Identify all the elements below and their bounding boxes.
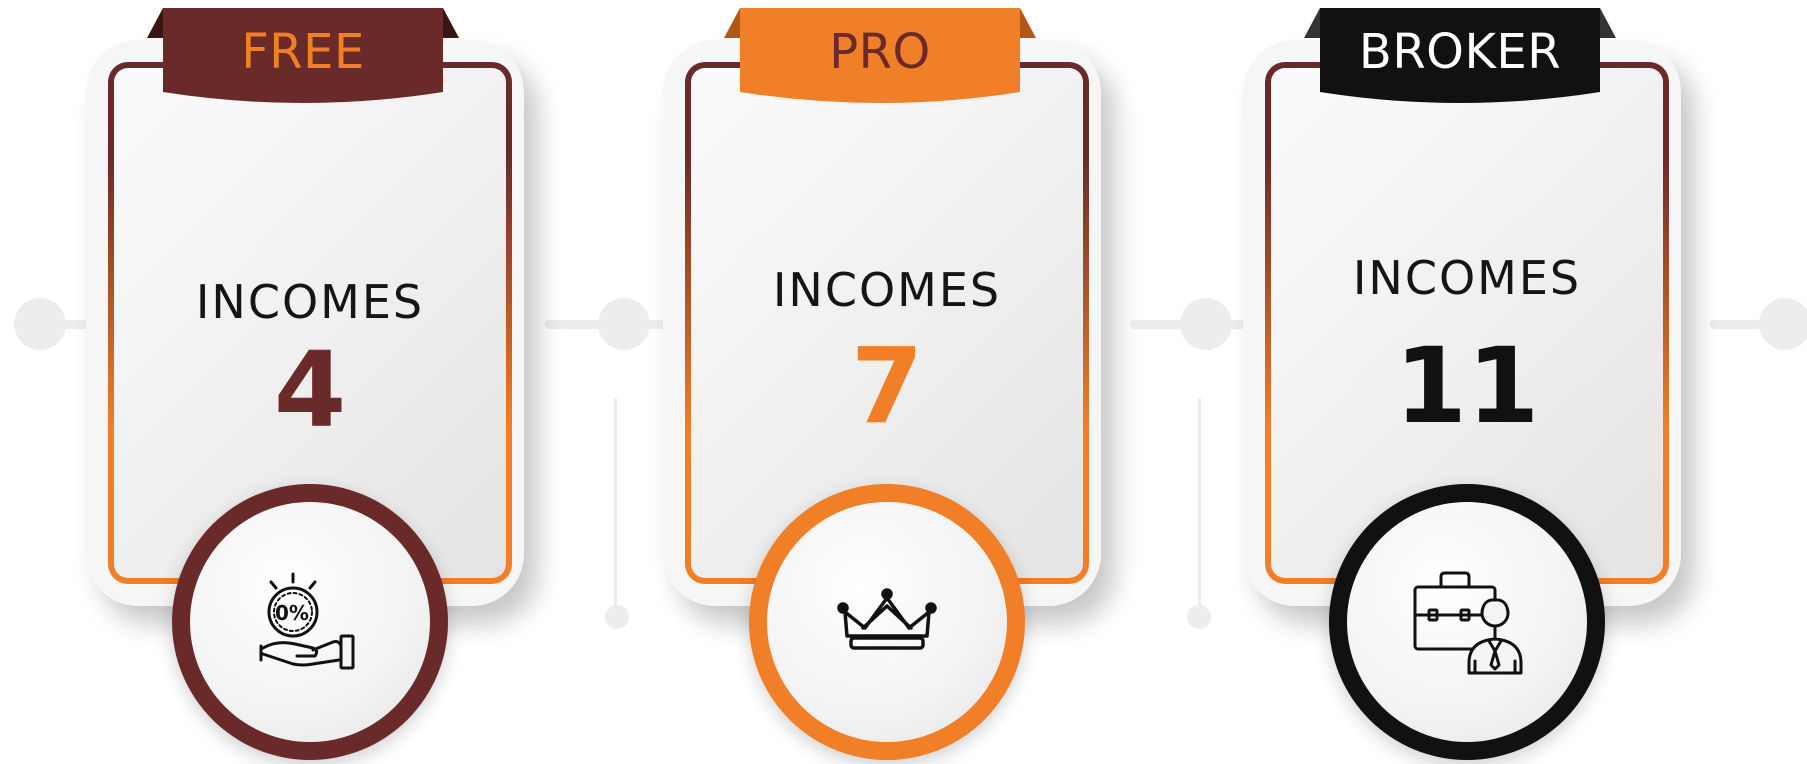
businessman-briefcase-icon (1413, 571, 1523, 675)
plan-badge (1329, 484, 1605, 760)
crown-icon (837, 588, 937, 650)
plan-pro: PRO INCOMES 7 (647, 0, 1107, 764)
hand-percent-coin-icon: 0% (259, 572, 355, 670)
plan-title: PRO (829, 24, 931, 80)
plan-value: 7 (850, 325, 924, 447)
plan-broker: BROKER INCOMES 11 (1227, 0, 1687, 764)
plan-label: INCOMES (1352, 251, 1582, 305)
plan-title: FREE (241, 24, 365, 80)
svg-text:0%: 0% (275, 601, 309, 625)
plan-title: BROKER (1358, 24, 1562, 80)
plan-label: INCOMES (195, 275, 425, 329)
plan-badge: 0% (172, 484, 448, 760)
plan-label: INCOMES (772, 263, 1002, 317)
plan-value: 4 (273, 329, 347, 451)
plan-free: FREE INCOMES 4 0% (70, 0, 530, 764)
plan-badge (749, 484, 1025, 760)
plan-value: 11 (1394, 325, 1540, 447)
